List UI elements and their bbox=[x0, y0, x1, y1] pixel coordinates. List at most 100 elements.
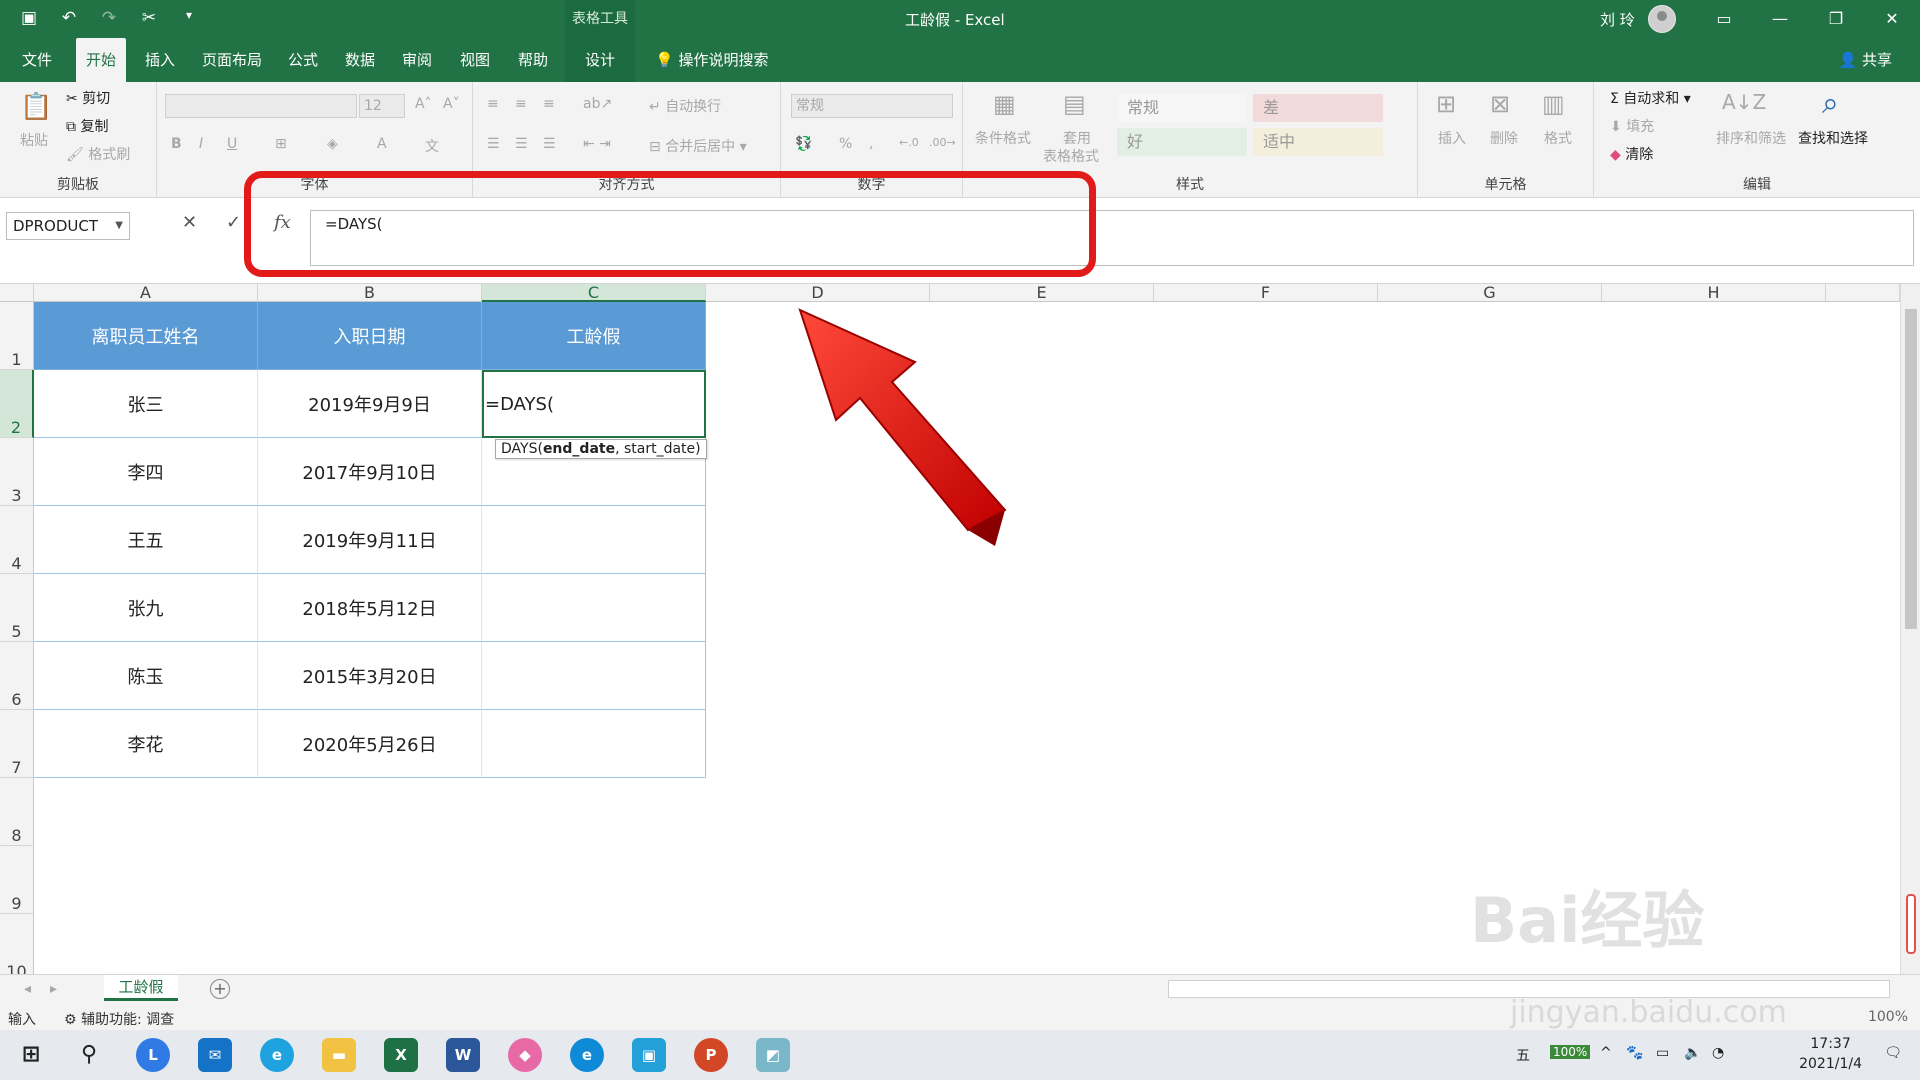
notification-icon[interactable]: 🗨 bbox=[1884, 1045, 1902, 1061]
delete-cells-icon[interactable]: ⊠ bbox=[1490, 90, 1510, 118]
table-cell[interactable] bbox=[482, 642, 706, 710]
wrap-text-button[interactable]: ↵ 自动换行 bbox=[649, 96, 721, 116]
table-cell[interactable]: 2019年9月11日 bbox=[258, 506, 482, 574]
mail-icon[interactable]: ✉ bbox=[198, 1038, 232, 1072]
conditional-format-button[interactable]: 条件格式 bbox=[975, 128, 1031, 148]
column-header-h[interactable]: H bbox=[1602, 284, 1826, 302]
tab-formulas[interactable]: 公式 bbox=[278, 38, 328, 82]
currency-icon[interactable]: 💱 bbox=[795, 136, 812, 152]
format-as-table-button[interactable]: 套用 bbox=[1063, 128, 1091, 148]
close-icon[interactable]: ✕ bbox=[1864, 0, 1920, 38]
table-cell[interactable]: 王五 bbox=[34, 506, 258, 574]
customize-qat-icon[interactable]: ▾ bbox=[178, 8, 200, 28]
tab-data[interactable]: 数据 bbox=[335, 38, 385, 82]
table-cell[interactable]: 张九 bbox=[34, 574, 258, 642]
file-explorer-icon[interactable]: ▬ bbox=[322, 1038, 356, 1072]
style-normal[interactable]: 常规 bbox=[1117, 94, 1247, 122]
align-center-icon[interactable]: ☰ bbox=[515, 136, 528, 152]
table-cell[interactable]: 2020年5月26日 bbox=[258, 710, 482, 778]
wifi-icon[interactable]: ◔ bbox=[1712, 1045, 1724, 1061]
style-good[interactable]: 好 bbox=[1117, 128, 1247, 156]
excel-app-icon[interactable]: X bbox=[384, 1038, 418, 1072]
table-cell[interactable] bbox=[482, 506, 706, 574]
minimize-icon[interactable]: — bbox=[1752, 0, 1808, 38]
column-header-f[interactable]: F bbox=[1154, 284, 1378, 302]
function-tooltip[interactable]: DAYS(end_date, start_date) bbox=[495, 439, 707, 459]
format-cells-button[interactable]: 格式 bbox=[1544, 128, 1572, 148]
table-cell[interactable]: 2019年9月9日 bbox=[258, 370, 482, 438]
table-cell[interactable] bbox=[482, 574, 706, 642]
user-name[interactable]: 刘 玲 bbox=[1600, 9, 1635, 30]
chevron-down-icon[interactable]: ▼ bbox=[115, 213, 123, 239]
row-header-2[interactable]: 2 bbox=[0, 370, 34, 438]
speaker-icon[interactable]: 🔈 bbox=[1684, 1045, 1701, 1061]
add-sheet-icon[interactable]: + bbox=[210, 979, 230, 999]
indent-icon[interactable]: ⇤ ⇥ bbox=[583, 136, 611, 152]
middle-align-icon[interactable]: ≡ bbox=[515, 96, 527, 112]
vertical-scrollbar[interactable] bbox=[1900, 284, 1920, 974]
italic-icon[interactable]: I bbox=[199, 136, 203, 152]
top-align-icon[interactable]: ≡ bbox=[487, 96, 499, 112]
column-header-a[interactable]: A bbox=[34, 284, 258, 302]
autosum-button[interactable]: Σ 自动求和 ▾ bbox=[1610, 88, 1691, 108]
cancel-icon[interactable]: ✕ bbox=[182, 212, 197, 233]
paste-button[interactable]: 粘贴 bbox=[20, 130, 48, 150]
table-cell[interactable]: 李花 bbox=[34, 710, 258, 778]
table-cell[interactable]: 2015年3月20日 bbox=[258, 642, 482, 710]
avatar[interactable] bbox=[1648, 5, 1676, 33]
battery-indicator[interactable]: 100% bbox=[1550, 1045, 1591, 1059]
increase-decimal-icon[interactable]: ←.0 bbox=[899, 136, 919, 149]
insert-cells-button[interactable]: 插入 bbox=[1438, 128, 1466, 148]
style-neutral[interactable]: 适中 bbox=[1253, 128, 1383, 156]
app-tablet-icon[interactable]: ◩ bbox=[756, 1038, 790, 1072]
row-header-4[interactable]: 4 bbox=[0, 506, 34, 574]
share-button[interactable]: 👤 共享 bbox=[1839, 38, 1892, 82]
tooltip-current-arg[interactable]: end_date bbox=[543, 441, 615, 457]
app-l-icon[interactable]: L bbox=[136, 1038, 170, 1072]
column-header-c[interactable]: C bbox=[482, 284, 706, 302]
table-header-cell[interactable]: 工龄假 bbox=[482, 302, 706, 370]
battery-icon[interactable]: ▭ bbox=[1656, 1045, 1669, 1061]
tab-help[interactable]: 帮助 bbox=[508, 38, 558, 82]
font-color-icon[interactable]: A bbox=[377, 136, 387, 152]
table-cell[interactable]: 2017年9月10日 bbox=[258, 438, 482, 506]
tab-view[interactable]: 视图 bbox=[450, 38, 500, 82]
border-icon[interactable]: ⊞ bbox=[275, 136, 287, 152]
select-all-corner[interactable] bbox=[0, 284, 34, 302]
find-magnifier-icon[interactable]: ⌕ bbox=[1822, 86, 1839, 121]
tab-file[interactable]: 文件 bbox=[12, 38, 62, 82]
row-header-10[interactable]: 10 bbox=[0, 914, 34, 974]
format-cells-icon[interactable]: ▥ bbox=[1542, 90, 1565, 118]
shrink-font-icon[interactable]: A˅ bbox=[443, 96, 460, 112]
bold-icon[interactable]: B bbox=[171, 136, 182, 152]
column-header-g[interactable]: G bbox=[1378, 284, 1602, 302]
row-header-7[interactable]: 7 bbox=[0, 710, 34, 778]
tab-page-layout[interactable]: 页面布局 bbox=[192, 38, 272, 82]
number-format-select[interactable]: 常规 bbox=[791, 94, 953, 118]
edge-browser-icon[interactable]: e bbox=[570, 1038, 604, 1072]
sort-filter-button[interactable]: 排序和筛选 bbox=[1716, 128, 1786, 148]
vertical-scroll-thumb[interactable] bbox=[1905, 309, 1917, 629]
ie-browser-icon[interactable]: e bbox=[260, 1038, 294, 1072]
row-header-6[interactable]: 6 bbox=[0, 642, 34, 710]
restore-icon[interactable]: ❐ bbox=[1808, 0, 1864, 38]
bottom-align-icon[interactable]: ≡ bbox=[543, 96, 555, 112]
fill-button[interactable]: ⬇ 填充 bbox=[1610, 116, 1654, 136]
paint-app-icon[interactable]: ◆ bbox=[508, 1038, 542, 1072]
format-painter-button[interactable]: 🖌 格式刷 bbox=[66, 144, 130, 164]
zoom-level[interactable]: 100% bbox=[1868, 1009, 1908, 1025]
align-right-icon[interactable]: ☰ bbox=[543, 136, 556, 152]
style-bad[interactable]: 差 bbox=[1253, 94, 1383, 122]
row-header-3[interactable]: 3 bbox=[0, 438, 34, 506]
format-as-table-button-2[interactable]: 表格格式 bbox=[1043, 146, 1099, 166]
sheet-tab[interactable]: 工龄假 bbox=[104, 975, 178, 1001]
underline-icon[interactable]: U bbox=[227, 136, 237, 152]
chevron-up-icon[interactable]: ^ bbox=[1600, 1045, 1612, 1061]
tab-design[interactable]: 设计 bbox=[565, 38, 635, 82]
tab-home[interactable]: 开始 bbox=[76, 38, 127, 82]
table-cell[interactable]: 陈玉 bbox=[34, 642, 258, 710]
baidu-paw-icon[interactable]: 🐾 bbox=[1626, 1045, 1643, 1061]
active-cell-c2[interactable]: =DAYS( bbox=[482, 370, 706, 438]
clear-button[interactable]: ◆ 清除 bbox=[1610, 144, 1653, 164]
tell-me-search[interactable]: 💡 操作说明搜索 bbox=[655, 38, 768, 82]
